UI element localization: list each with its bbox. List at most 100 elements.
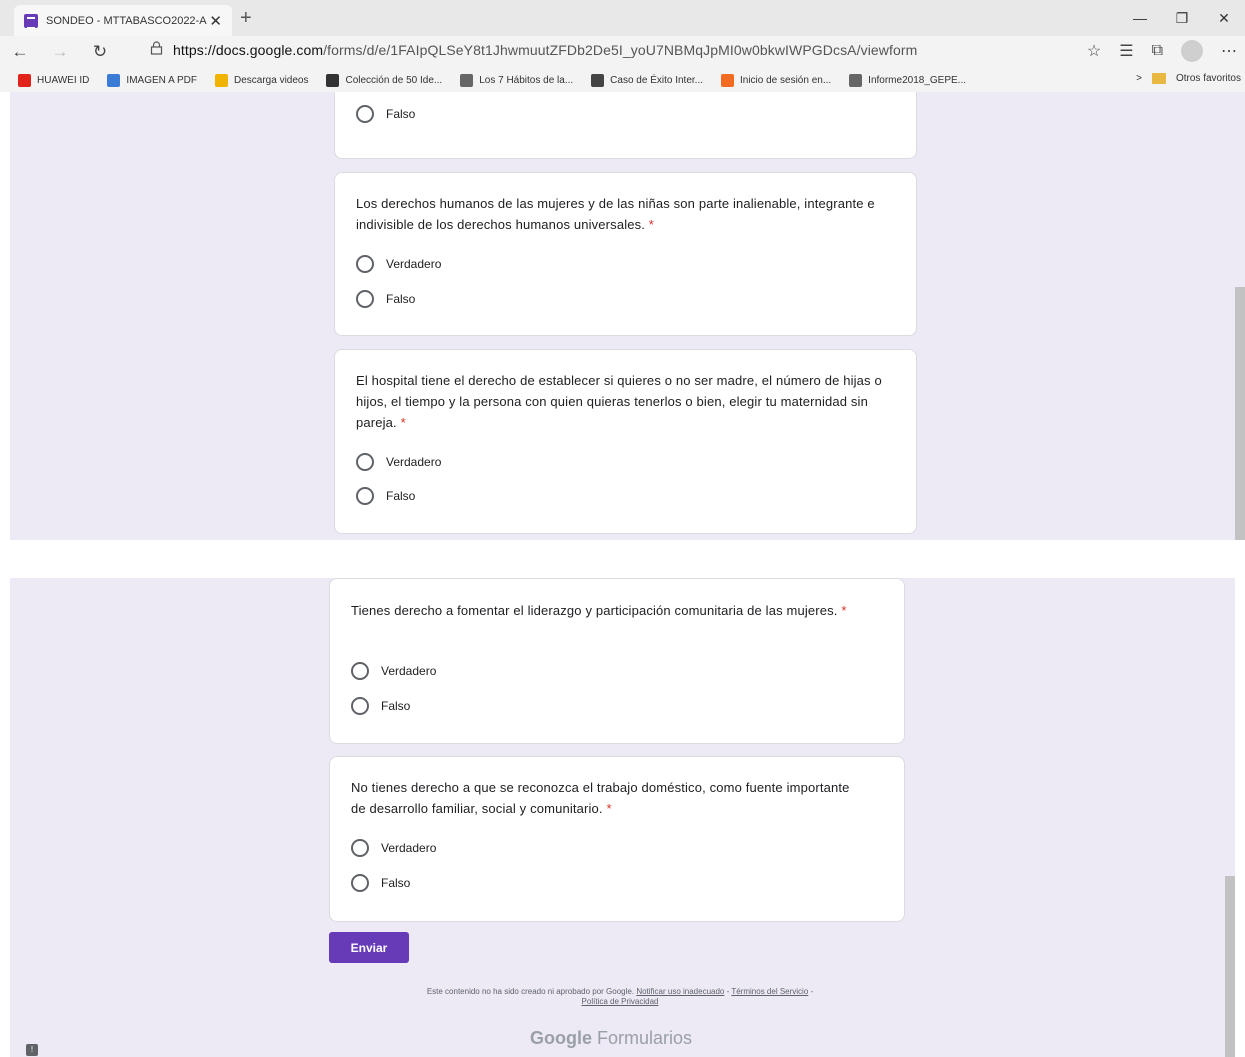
address-bar[interactable]: https://docs.google.com/forms/d/e/1FAIpQ… xyxy=(150,41,917,58)
bookmark-item[interactable]: Informe2018_GEPE... xyxy=(849,73,967,87)
option-label: Falso xyxy=(381,699,411,713)
brand-google: Google xyxy=(530,1028,592,1048)
question-text: Tienes derecho a fomentar el liderazgo y… xyxy=(351,600,851,621)
bookmark-item[interactable]: Inicio de sesión en... xyxy=(721,73,832,87)
collections-icon[interactable]: ⧉ xyxy=(1152,42,1163,60)
question-label: No tienes derecho a que se reconozca el … xyxy=(351,780,850,816)
radio-option-falso[interactable]: Falso xyxy=(351,697,410,715)
browser-tab[interactable]: SONDEO - MTTABASCO2022-A ✕ xyxy=(14,5,232,36)
required-asterisk: * xyxy=(648,217,655,232)
question-card: Tienes derecho a fomentar el liderazgo y… xyxy=(329,578,905,744)
radio-option-verdadero[interactable]: Verdadero xyxy=(356,255,441,273)
radio-option-falso[interactable]: Falso xyxy=(356,105,415,123)
bookmark-item[interactable]: Los 7 Hábitos de la... xyxy=(460,73,574,87)
question-label: El hospital tiene el derecho de establec… xyxy=(356,373,882,430)
radio-button[interactable] xyxy=(356,290,374,308)
bookmark-item[interactable]: Descarga videos xyxy=(215,73,309,87)
scrollbar-thumb[interactable] xyxy=(1235,287,1245,540)
radio-button[interactable] xyxy=(356,487,374,505)
bookmark-label: Los 7 Hábitos de la... xyxy=(479,74,574,86)
favorite-star-icon[interactable]: ☆ xyxy=(1087,41,1101,61)
favorites-list-icon[interactable]: ☰ xyxy=(1119,41,1133,61)
browser-toolbar-right: ☆ ☰ ⧉ ⋯ xyxy=(1087,40,1237,62)
bookmark-label: HUAWEI ID xyxy=(37,74,90,86)
forms-favicon-icon xyxy=(24,13,38,29)
option-label: Verdadero xyxy=(381,841,437,855)
close-window-button[interactable]: ✕ xyxy=(1203,0,1245,36)
radio-option-verdadero[interactable]: Verdadero xyxy=(356,453,441,471)
bookmark-favicon-icon xyxy=(460,73,474,87)
new-tab-button[interactable]: + xyxy=(240,7,252,30)
terms-of-service-link[interactable]: Términos del Servicio xyxy=(731,987,808,996)
bookmark-item[interactable]: IMAGEN A PDF xyxy=(107,73,197,87)
radio-option-verdadero[interactable]: Verdadero xyxy=(351,839,436,857)
radio-option-verdadero[interactable]: Verdadero xyxy=(351,662,436,680)
radio-button[interactable] xyxy=(356,255,374,273)
google-forms-logo[interactable]: Google Formularios xyxy=(530,1028,692,1049)
option-label: Falso xyxy=(386,489,416,503)
radio-button[interactable] xyxy=(351,874,369,892)
bookmarks-overflow-chevron-icon[interactable]: > xyxy=(1136,73,1142,84)
form-page-top: Falso Los derechos humanos de las mujere… xyxy=(10,92,1245,540)
minimize-button[interactable]: — xyxy=(1119,0,1161,36)
window-controls: — ❐ ✕ xyxy=(1119,0,1245,36)
bookmark-label: Informe2018_GEPE... xyxy=(868,74,967,86)
disclaimer-text: Este contenido no ha sido creado ni apro… xyxy=(426,987,635,996)
radio-button[interactable] xyxy=(351,662,369,680)
submit-button[interactable]: Enviar xyxy=(329,932,409,963)
bookmark-label: Caso de Éxito Inter... xyxy=(610,74,703,86)
url-path: /forms/d/e/1FAIpQLSeY8t1JhwmuutZFDb2De5I… xyxy=(323,41,918,58)
privacy-policy-link[interactable]: Política de Privacidad xyxy=(582,997,659,1006)
report-abuse-link[interactable]: Notificar uso inadecuado xyxy=(636,987,724,996)
radio-button[interactable] xyxy=(351,839,369,857)
url-text: https://docs.google.com/forms/d/e/1FAIpQ… xyxy=(173,42,917,58)
question-card-partial: Falso xyxy=(334,92,917,159)
form-page-bottom: Tienes derecho a fomentar el liderazgo y… xyxy=(10,578,1235,1057)
question-card: Los derechos humanos de las mujeres y de… xyxy=(334,172,917,336)
browser-chrome: SONDEO - MTTABASCO2022-A ✕ + — ❐ ✕ ← → ↻… xyxy=(0,0,1245,92)
footer-separator: - xyxy=(726,987,730,996)
report-problem-icon[interactable]: ! xyxy=(26,1044,38,1056)
tab-title: SONDEO - MTTABASCO2022-A xyxy=(46,14,207,27)
bookmark-favicon-icon xyxy=(18,73,31,87)
question-text: No tienes derecho a que se reconozca el … xyxy=(351,777,856,819)
option-label: Verdadero xyxy=(381,664,437,678)
restore-button[interactable]: ❐ xyxy=(1161,0,1203,36)
tab-close-icon[interactable]: ✕ xyxy=(209,12,222,30)
bookmarks-bar-right: > Otros favoritos xyxy=(1136,73,1241,84)
bookmark-favicon-icon xyxy=(591,73,605,87)
back-button[interactable]: ← xyxy=(0,42,40,62)
required-asterisk: * xyxy=(841,603,847,618)
scrollbar-thumb[interactable] xyxy=(1225,876,1235,1057)
radio-option-falso[interactable]: Falso xyxy=(356,290,415,308)
question-label: Tienes derecho a fomentar el liderazgo y… xyxy=(351,603,838,618)
navigation-bar: ← → ↻ https://docs.google.com/forms/d/e/… xyxy=(0,36,1245,68)
lock-icon xyxy=(150,41,163,58)
radio-option-falso[interactable]: Falso xyxy=(351,874,410,892)
required-asterisk: * xyxy=(606,801,612,816)
refresh-button[interactable]: ↻ xyxy=(80,42,120,62)
question-label: Los derechos humanos de las mujeres y de… xyxy=(356,196,875,232)
bookmark-favicon-icon xyxy=(849,73,863,87)
other-favorites-link[interactable]: Otros favoritos xyxy=(1176,73,1241,84)
bookmark-item[interactable]: Colección de 50 Ide... xyxy=(326,73,442,87)
radio-button[interactable] xyxy=(356,105,374,123)
bookmark-item[interactable]: Caso de Éxito Inter... xyxy=(591,73,703,87)
bookmark-favicon-icon xyxy=(721,73,734,87)
option-label: Falso xyxy=(386,292,416,306)
bookmark-label: Inicio de sesión en... xyxy=(740,74,832,86)
radio-option-falso[interactable]: Falso xyxy=(356,487,415,505)
forward-button[interactable]: → xyxy=(40,42,80,62)
footer-separator: - xyxy=(810,987,814,996)
bookmark-item[interactable]: HUAWEI ID xyxy=(18,73,90,87)
folder-icon xyxy=(1151,73,1166,84)
url-host: https://docs.google.com xyxy=(173,41,324,58)
question-card: El hospital tiene el derecho de establec… xyxy=(334,349,917,534)
profile-avatar[interactable] xyxy=(1181,40,1203,62)
bookmark-label: Descarga videos xyxy=(234,74,309,86)
more-menu-icon[interactable]: ⋯ xyxy=(1221,41,1237,61)
bookmark-favicon-icon xyxy=(326,73,340,87)
radio-button[interactable] xyxy=(356,453,374,471)
question-text: El hospital tiene el derecho de establec… xyxy=(356,370,901,433)
radio-button[interactable] xyxy=(351,697,369,715)
